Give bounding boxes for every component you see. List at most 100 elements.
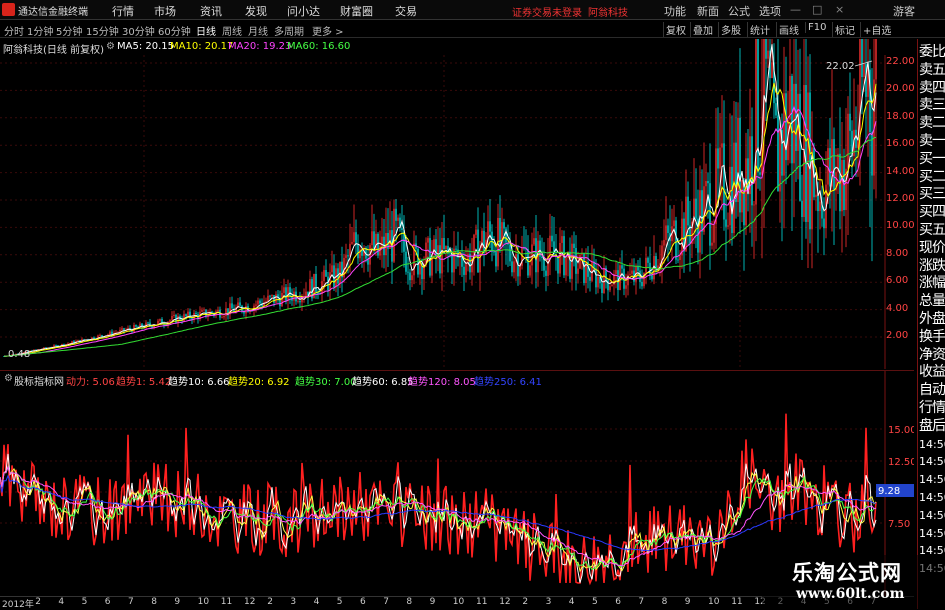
side-panel-item[interactable]: 涨跌	[919, 257, 945, 276]
candle-body	[409, 272, 411, 281]
side-panel-item[interactable]: 外盘	[919, 310, 945, 329]
period-tab-multi[interactable]: 多周期	[274, 23, 304, 38]
mark-button[interactable]: 标记	[832, 22, 857, 37]
candle-body	[733, 142, 735, 234]
candle-body	[347, 255, 349, 257]
minimize-icon[interactable]: —	[790, 3, 801, 16]
ind-trend250-label: 趋势250: 6.41	[474, 377, 542, 388]
period-tab-intraday[interactable]: 分时	[4, 23, 24, 38]
side-panel-item[interactable]: 净资	[919, 346, 945, 365]
period-tab-daily[interactable]: 日线	[196, 23, 216, 38]
period-tab-1min[interactable]: 1分钟	[27, 23, 53, 38]
side-panel-item[interactable]: 买四	[919, 203, 945, 222]
candle-body	[513, 261, 515, 273]
period-tab-60min[interactable]: 60分钟	[158, 23, 191, 38]
side-panel-item[interactable]: 卖四	[919, 79, 945, 98]
period-tab-5min[interactable]: 5分钟	[56, 23, 82, 38]
side-panel-item[interactable]: 14:50	[919, 524, 945, 543]
candle-body	[331, 265, 333, 273]
candle-body	[645, 257, 647, 273]
period-tab-15min[interactable]: 15分钟	[86, 23, 119, 38]
side-panel-item[interactable]: 总量	[919, 292, 945, 311]
f10-button[interactable]: F10	[805, 22, 828, 33]
close-icon[interactable]: ×	[835, 3, 844, 16]
side-panel-item[interactable]: 买三	[919, 185, 945, 204]
side-panel-item[interactable]: 涨幅	[919, 274, 945, 293]
side-panel-item[interactable]: 现价	[919, 239, 945, 258]
candle-body	[561, 236, 563, 243]
multi-stock-button[interactable]: 多股	[718, 22, 743, 37]
side-panel-item[interactable]: 自动	[919, 381, 945, 400]
period-tab-more[interactable]: 更多 >	[312, 23, 344, 38]
candle-body	[377, 233, 379, 256]
candle-body	[847, 113, 849, 169]
menu-new-page[interactable]: 新面	[697, 3, 719, 19]
candle-body	[269, 295, 271, 297]
candle-body	[351, 241, 353, 244]
candle-body	[621, 265, 623, 269]
candle-body	[535, 238, 537, 273]
date-tick-label: 12	[244, 597, 256, 607]
candle-body	[629, 273, 631, 275]
side-panel-item[interactable]: 卖一	[919, 132, 945, 151]
side-panel-item[interactable]: 卖三	[919, 96, 945, 115]
candle-body	[83, 338, 85, 340]
side-panel-item[interactable]: 买二	[919, 168, 945, 187]
settings-gear-icon[interactable]: ⚙	[106, 41, 115, 52]
menu-trade[interactable]: 交易	[395, 3, 417, 19]
side-panel-item[interactable]: 收益	[919, 363, 945, 382]
period-tab-weekly[interactable]: 周线	[222, 23, 242, 38]
candle-body	[745, 158, 747, 226]
side-panel-item[interactable]: 行情	[919, 399, 945, 418]
candle-body	[223, 316, 225, 318]
maximize-icon[interactable]: □	[812, 3, 822, 16]
candle-body	[147, 322, 149, 324]
menu-ask[interactable]: 问小达	[287, 3, 320, 19]
side-panel-item[interactable]: 14:50	[919, 488, 945, 507]
menu-market-quotes[interactable]: 行情	[112, 3, 134, 19]
side-panel-item[interactable]: 委比	[919, 43, 945, 62]
statistics-button[interactable]: 统计	[747, 22, 772, 37]
side-panel-item[interactable]: 14:50	[919, 506, 945, 525]
menu-wealth-circle[interactable]: 财富圈	[340, 3, 373, 19]
candle-body	[695, 198, 697, 219]
side-panel-item[interactable]: 换手	[919, 328, 945, 347]
overlay-button[interactable]: 叠加	[690, 22, 715, 37]
candle-body	[533, 238, 535, 245]
candle-body	[135, 325, 137, 327]
guest-login[interactable]: 游客	[893, 3, 915, 19]
candle-body	[297, 300, 299, 302]
candle-body	[333, 265, 335, 288]
restore-rights-button[interactable]: 复权	[663, 22, 688, 37]
candlestick-chart[interactable]: 22.02 0.48	[0, 39, 914, 369]
side-panel-item[interactable]: 14:50	[919, 470, 945, 489]
side-panel-item[interactable]: 买一	[919, 150, 945, 169]
candle-body	[449, 253, 451, 255]
period-tab-30min[interactable]: 30分钟	[122, 23, 155, 38]
candle-body	[551, 235, 553, 242]
menu-function[interactable]: 功能	[664, 3, 686, 19]
menu-market[interactable]: 市场	[154, 3, 176, 19]
side-panel-item[interactable]: 卖五	[919, 61, 945, 80]
side-panel-item[interactable]: 盘后	[919, 417, 945, 436]
candle-body	[667, 225, 669, 233]
side-panel-item[interactable]: 买五	[919, 221, 945, 240]
side-panel-item[interactable]: 卖二	[919, 114, 945, 133]
candle-body	[757, 39, 759, 173]
price-tick-label: 12.00	[886, 193, 915, 204]
draw-line-button[interactable]: 画线	[776, 22, 801, 37]
menu-bar: 通达信金融终端 行情 市场 资讯 发现 问小达 财富圈 交易 证券交易未登录 阿…	[0, 0, 945, 20]
add-watchlist-button[interactable]: +自选	[860, 22, 893, 37]
trade-login-warning[interactable]: 证券交易未登录	[512, 4, 582, 19]
ind-trend30-label: 趋势30: 7.00	[295, 377, 357, 388]
menu-discover[interactable]: 发现	[245, 3, 267, 19]
candle-body	[719, 147, 721, 169]
indicator-gear-icon[interactable]: ⚙	[4, 373, 13, 384]
candle-body	[489, 221, 491, 232]
menu-options[interactable]: 选项	[759, 3, 781, 19]
menu-formula[interactable]: 公式	[728, 3, 750, 19]
menu-news[interactable]: 资讯	[200, 3, 222, 19]
side-panel-item[interactable]: 14:50	[919, 435, 945, 454]
side-panel-item[interactable]: 14:50	[919, 452, 945, 471]
period-tab-monthly[interactable]: 月线	[248, 23, 268, 38]
